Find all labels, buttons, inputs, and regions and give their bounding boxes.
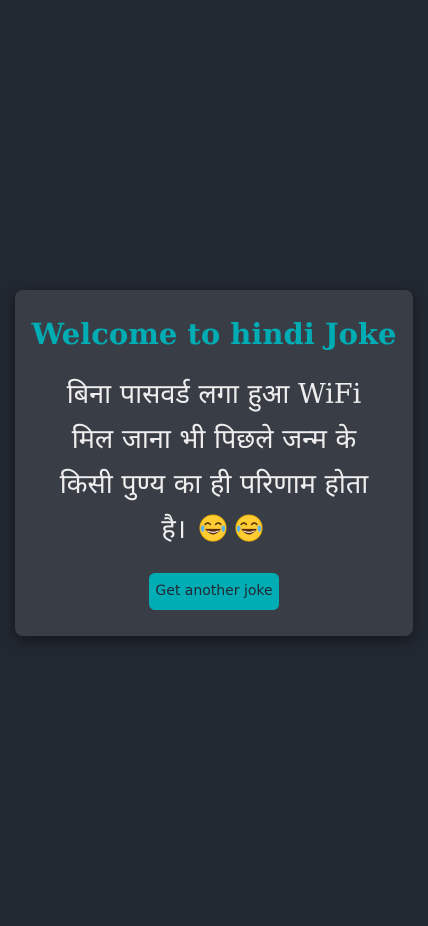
- face-with-tears-of-joy-icon: [199, 514, 227, 542]
- get-another-joke-button[interactable]: Get another joke: [149, 573, 279, 610]
- joke-text: बिना पासवर्ड लगा हुआ WiFi मिल जाना भी पि…: [45, 372, 383, 552]
- face-with-tears-of-joy-icon: [235, 514, 263, 542]
- page-title: Welcome to hindi Joke: [31, 317, 397, 351]
- joke-card: Welcome to hindi Joke बिना पासवर्ड लगा ह…: [15, 290, 413, 636]
